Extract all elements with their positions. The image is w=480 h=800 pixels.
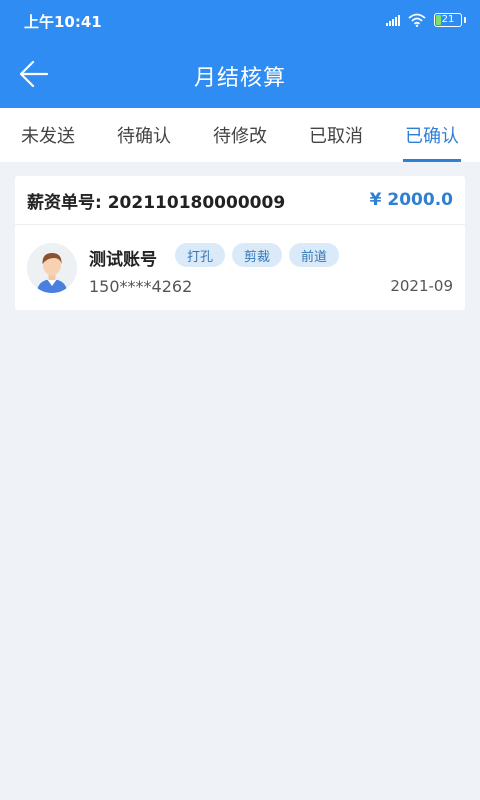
record-date: 2021-09: [390, 277, 453, 295]
tab-pending-confirm[interactable]: 待确认: [96, 108, 192, 162]
user-phone: 150****4262: [89, 277, 193, 296]
process-tag: 前道: [289, 243, 340, 267]
signal-icon: [386, 14, 400, 26]
tab-label: 已确认: [405, 126, 459, 147]
salary-amount: ¥ 2000.0: [369, 190, 453, 210]
process-tag: 剪裁: [232, 243, 283, 267]
card-header: 薪资单号: 202110180000009 ¥ 2000.0: [15, 176, 465, 225]
status-time: 上午10:41: [24, 13, 102, 31]
avatar: [27, 243, 77, 293]
tab-label: 已取消: [309, 126, 363, 147]
page-title: 月结核算: [193, 66, 286, 91]
tab-pending-edit[interactable]: 待修改: [192, 108, 288, 162]
user-avatar-icon: [27, 243, 77, 293]
process-tag: 打孔: [175, 243, 226, 267]
tab-unsent[interactable]: 未发送: [0, 108, 96, 162]
user-name: 测试账号: [89, 250, 157, 270]
battery-level: 21: [441, 14, 455, 25]
tab-bar: 未发送 待确认 待修改 已取消 已确认: [0, 108, 480, 162]
card-body: 测试账号 打孔 剪裁 前道 150****4262 2021-09: [15, 225, 465, 310]
tag-list: 打孔 剪裁 前道: [175, 243, 340, 267]
tab-underline: [403, 159, 461, 162]
status-icons: 21: [386, 12, 466, 28]
tab-confirmed[interactable]: 已确认: [384, 108, 480, 162]
battery-icon: 21: [434, 13, 466, 27]
salary-record-card[interactable]: 薪资单号: 202110180000009 ¥ 2000.0 测试账号 打孔 剪…: [15, 176, 465, 310]
tab-label: 未发送: [21, 126, 75, 147]
wifi-icon: [408, 13, 426, 27]
tab-label: 待修改: [213, 126, 267, 147]
app-header: 月结核算: [0, 40, 480, 108]
tab-cancelled[interactable]: 已取消: [288, 108, 384, 162]
tab-label: 待确认: [117, 126, 171, 147]
status-bar: 上午10:41 21: [0, 0, 480, 40]
salary-order-number: 薪资单号: 202110180000009: [27, 192, 286, 213]
